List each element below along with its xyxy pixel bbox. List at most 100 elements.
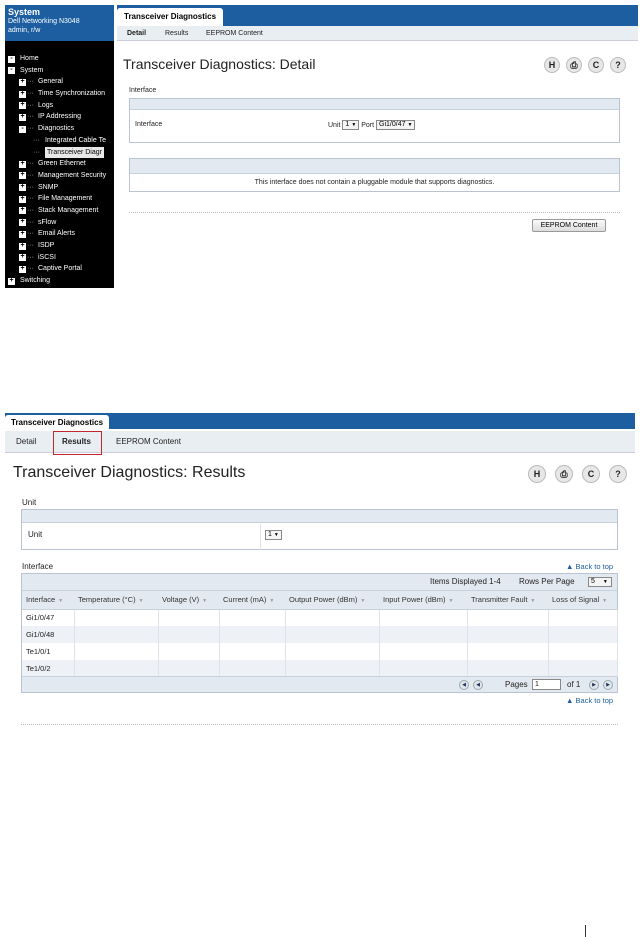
help-icon[interactable]: ? bbox=[610, 57, 626, 73]
prev-page-icon[interactable]: ◀ bbox=[473, 680, 483, 690]
nav-item-management-security[interactable]: + ··· Management Security bbox=[5, 170, 114, 182]
port-label: Port bbox=[361, 121, 375, 129]
subtab-results[interactable]: Results bbox=[165, 26, 188, 41]
nav-item-iscsi[interactable]: + ··· iSCSI bbox=[5, 252, 114, 264]
nav-item-snmp[interactable]: + ··· SNMP bbox=[5, 182, 114, 194]
tab-transceiver-diagnostics[interactable]: Transceiver Diagnostics bbox=[5, 415, 110, 431]
subtab-eeprom-content[interactable]: EEPROM Content bbox=[116, 431, 181, 453]
sort-icon: ▼ bbox=[448, 598, 454, 605]
refresh-icon[interactable]: C bbox=[582, 465, 600, 483]
nav-item-isdp[interactable]: + ··· ISDP bbox=[5, 240, 114, 252]
column-header[interactable]: Interface ▼ bbox=[22, 591, 74, 610]
port-select[interactable]: Gi1/0/47 ▼ bbox=[376, 120, 416, 130]
column-header[interactable]: Voltage (V) ▼ bbox=[158, 591, 219, 610]
collapse-icon[interactable]: - bbox=[19, 125, 26, 133]
table-cell bbox=[379, 609, 468, 626]
expand-icon[interactable]: + bbox=[8, 277, 15, 285]
column-header[interactable]: Loss of Signal ▼ bbox=[548, 591, 617, 610]
nav-item-label: SNMP bbox=[38, 183, 59, 191]
divider bbox=[129, 212, 620, 213]
print-icon[interactable]: ⎙ bbox=[566, 57, 582, 73]
nav-item-label: Diagnostics bbox=[38, 125, 75, 133]
user-info: admin, r/w bbox=[8, 27, 41, 34]
nav-item-file-management[interactable]: + ··· File Management bbox=[5, 193, 114, 205]
nav-item-email-alerts[interactable]: + ··· Email Alerts bbox=[5, 228, 114, 240]
table-cell bbox=[285, 660, 380, 677]
nav-item-logs[interactable]: + ··· Logs bbox=[5, 100, 114, 112]
nav-item-ip-addressing[interactable]: + ··· IP Addressing bbox=[5, 111, 114, 123]
nav-item-time-synchronization[interactable]: + ··· Time Synchronization bbox=[5, 88, 114, 100]
column-header[interactable]: Current (mA) ▼ bbox=[219, 591, 285, 610]
table-cell bbox=[219, 643, 286, 660]
page-title: Transceiver Diagnostics: Detail bbox=[123, 56, 316, 72]
save-icon[interactable]: H bbox=[528, 465, 546, 483]
expand-icon[interactable]: + bbox=[19, 218, 26, 227]
expand-icon[interactable]: + bbox=[19, 171, 26, 180]
nav-item-label: Management Security bbox=[38, 171, 107, 179]
nav-item-captive-portal[interactable]: + ··· Captive Portal bbox=[5, 263, 114, 275]
help-icon[interactable]: ? bbox=[609, 465, 627, 483]
next-page-icon[interactable]: ▶ bbox=[589, 680, 599, 690]
nav-item-diagnostics[interactable]: - ··· Diagnostics bbox=[5, 123, 114, 135]
column-header[interactable]: Output Power (dBm) ▼ bbox=[285, 591, 379, 610]
nav-item-green-ethernet[interactable]: + ··· Green Ethernet bbox=[5, 158, 114, 170]
last-page-icon[interactable]: ▶ bbox=[603, 680, 613, 690]
table-cell bbox=[219, 626, 286, 643]
expand-icon[interactable]: + bbox=[19, 113, 26, 121]
save-icon[interactable]: H bbox=[544, 57, 560, 73]
expand-icon[interactable]: + bbox=[19, 206, 26, 215]
back-to-top-link-1[interactable]: ▲ Back to top bbox=[566, 562, 613, 571]
nav-item-stack-management[interactable]: + ··· Stack Management bbox=[5, 205, 114, 217]
table-cell bbox=[74, 609, 159, 626]
column-header[interactable]: Input Power (dBm) ▼ bbox=[379, 591, 467, 610]
sort-icon: ▼ bbox=[602, 598, 608, 605]
sort-icon: ▼ bbox=[202, 598, 208, 605]
nav-item-general[interactable]: + ··· General bbox=[5, 76, 114, 88]
eeprom-content-button[interactable]: EEPROM Content bbox=[532, 219, 606, 232]
expand-icon[interactable]: + bbox=[19, 195, 26, 203]
expand-icon[interactable]: + bbox=[19, 78, 26, 86]
column-header[interactable]: Transmitter Fault ▼ bbox=[467, 591, 548, 610]
subtab-detail[interactable]: Detail bbox=[16, 431, 36, 453]
nav-item-label: ISDP bbox=[38, 242, 55, 249]
expand-icon[interactable]: + bbox=[19, 242, 26, 250]
column-header[interactable]: Temperature (°C) ▼ bbox=[74, 591, 158, 610]
print-icon[interactable]: ⎙ bbox=[555, 465, 573, 483]
page-title: Transceiver Diagnostics: Results bbox=[13, 464, 246, 481]
back-to-top-link-2[interactable]: ▲ Back to top bbox=[566, 696, 613, 705]
tab-bar: Transceiver Diagnostics bbox=[5, 413, 635, 431]
expand-icon[interactable]: + bbox=[19, 230, 26, 238]
nav-item-switching[interactable]: + Switching bbox=[5, 275, 114, 287]
expand-icon[interactable]: + bbox=[19, 183, 26, 192]
nav-item-system[interactable]: - System bbox=[5, 65, 114, 77]
collapse-icon[interactable]: - bbox=[8, 66, 15, 75]
nav-item-integrated-cable-te[interactable]: ··· Integrated Cable Te bbox=[5, 135, 114, 147]
collapse-icon[interactable]: - bbox=[8, 55, 15, 63]
items-displayed: Items Displayed 1-4 bbox=[430, 577, 501, 586]
table-cell: Te1/0/1 bbox=[22, 643, 75, 660]
expand-icon[interactable]: + bbox=[19, 265, 26, 273]
unit-select[interactable]: 1 ▼ bbox=[342, 120, 360, 130]
nav-item-sflow[interactable]: + ··· sFlow bbox=[5, 217, 114, 229]
nav-item-label: iSCSI bbox=[38, 253, 56, 261]
expand-icon[interactable]: + bbox=[19, 101, 26, 110]
first-page-icon[interactable]: ◀ bbox=[459, 680, 469, 690]
expand-icon[interactable]: + bbox=[19, 160, 26, 168]
subtab-eeprom-content[interactable]: EEPROM Content bbox=[206, 26, 263, 41]
tab-transceiver-diagnostics[interactable]: Transceiver Diagnostics bbox=[117, 8, 224, 26]
nav-item-label: Time Synchronization bbox=[38, 90, 106, 98]
expand-icon[interactable]: + bbox=[19, 253, 26, 262]
expand-icon[interactable]: + bbox=[19, 90, 26, 98]
refresh-icon[interactable]: C bbox=[588, 57, 604, 73]
sort-icon: ▼ bbox=[360, 598, 366, 605]
rows-per-page-select[interactable]: 5 ▼ bbox=[588, 577, 612, 587]
results-highlight bbox=[53, 431, 102, 455]
subtab-detail[interactable]: Detail bbox=[127, 26, 146, 41]
nav-item-transceiver-diagr[interactable]: ··· Transceiver Diagr bbox=[5, 146, 114, 159]
page-input[interactable]: 1 bbox=[532, 679, 561, 690]
table-row: Te1/0/2 bbox=[22, 660, 618, 677]
unit-select[interactable]: 1 ▼ bbox=[265, 530, 282, 540]
nav-item-label: Home bbox=[20, 55, 39, 62]
nav-item-home[interactable]: - Home bbox=[5, 53, 114, 65]
rows-per-page-label: Rows Per Page bbox=[519, 577, 575, 586]
